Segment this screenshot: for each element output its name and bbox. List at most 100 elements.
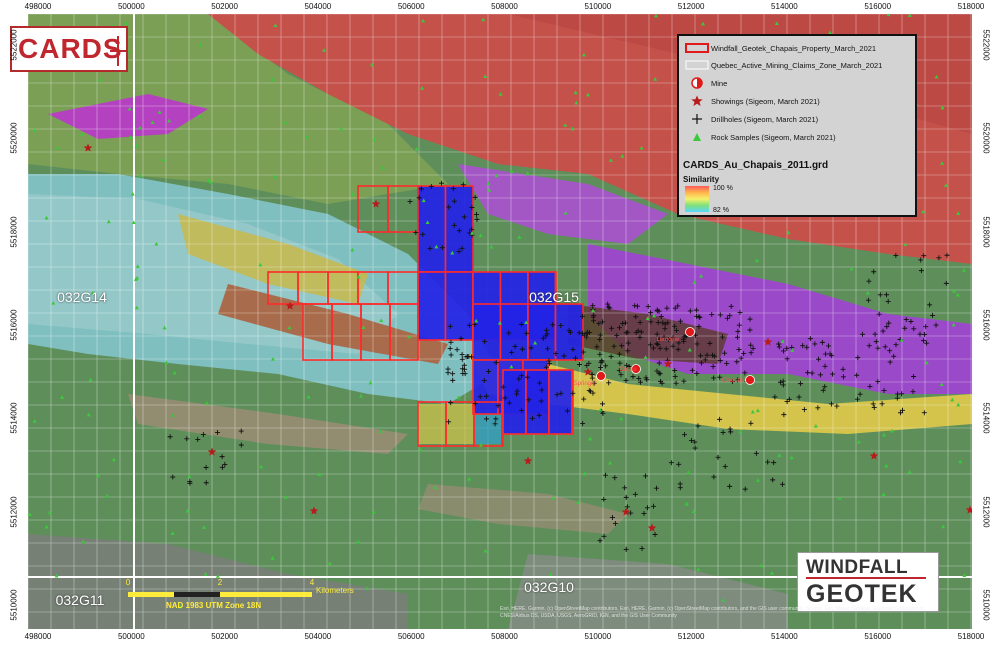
legend-label: Mine <box>711 78 728 88</box>
x-tick-label: 498000 <box>24 2 52 11</box>
x-tick-label: 504000 <box>304 2 332 11</box>
y-tick-label: 5518000 <box>9 216 19 248</box>
legend-label: Drillholes (Sigeom, March 2021) <box>711 114 819 124</box>
scale-tick-4: 4 <box>309 578 315 587</box>
legend-label: Rock Samples (Sigeom, March 2021) <box>711 132 836 142</box>
y-tick-label: 5520000 <box>9 122 19 154</box>
claim-cell[interactable] <box>472 303 502 361</box>
map-legend: Windfall_Geotek_Chapais_Property_March_2… <box>677 34 917 217</box>
claim-cell[interactable] <box>548 369 573 435</box>
y-tick-label: 5510000 <box>9 589 19 621</box>
claim-cell[interactable] <box>502 369 527 435</box>
y-tick-label: 5518000 <box>981 216 991 248</box>
legend-label: Quebec_Active_Mining_Claims_Zone_March_2… <box>711 60 883 70</box>
property-outline-icon <box>683 42 711 54</box>
sheet-label-032g10: 032G10 <box>524 579 574 595</box>
plus-icon <box>683 113 711 125</box>
scale-segment <box>174 592 220 597</box>
legend-label: Showings (Sigeom, March 2021) <box>711 96 820 106</box>
y-tick-label: 5512000 <box>9 495 19 528</box>
cards-logo-text: CARDS <box>18 33 123 64</box>
claim-cell[interactable] <box>501 401 504 447</box>
legend-item-mine: Mine <box>683 76 727 90</box>
scale-segment <box>128 592 174 597</box>
x-tick-label: 500000 <box>117 632 145 641</box>
x-tick-label: 502000 <box>211 632 238 641</box>
projection-label: NAD 1983 UTM Zone 18N <box>166 601 262 610</box>
x-tick-label: 502000 <box>211 2 238 11</box>
legend-item-showings: Showings (Sigeom, March 2021) <box>683 94 820 108</box>
y-tick-label: 5512000 <box>981 495 991 528</box>
x-tick-label: 514000 <box>771 2 798 11</box>
star-icon <box>683 95 711 107</box>
x-tick-label: 510000 <box>584 2 612 11</box>
legend-item-property: Windfall_Geotek_Chapais_Property_March_2… <box>683 41 876 55</box>
x-tick-label: 512000 <box>677 632 705 641</box>
windfall-logo-line2: GEOTEK <box>806 580 918 608</box>
legend-item-claims: Quebec_Active_Mining_Claims_Zone_March_2… <box>683 58 882 72</box>
similarity-max-label: 100 % <box>713 185 733 192</box>
town-label-lemoine: Lemoine <box>656 337 680 343</box>
similarity-min-label: 82 % <box>713 207 729 214</box>
x-tick-label: 500000 <box>117 2 145 11</box>
map-credits: Esri, HERE, Garmin, (c) OpenStreetMap co… <box>500 606 925 619</box>
claims-box-icon <box>683 59 711 71</box>
windfall-logo-line1: WINDFALL <box>806 557 909 578</box>
cards-logo: CARDS <box>10 26 128 72</box>
scale-segment <box>220 592 312 597</box>
claim-cell[interactable] <box>527 303 557 361</box>
x-tick-label: 504000 <box>304 632 332 641</box>
y-tick-label: 5514000 <box>981 402 991 434</box>
mine-marker[interactable] <box>745 375 755 385</box>
triangle-icon <box>683 131 711 143</box>
logo-divider <box>806 577 926 579</box>
similarity-patch <box>474 414 504 444</box>
x-tick-label: 516000 <box>864 632 892 641</box>
claim-cell[interactable] <box>525 369 550 435</box>
x-tick-label: 512000 <box>677 2 705 11</box>
sheet-label-032g11: 032G11 <box>55 592 105 608</box>
town-label-cooke: Cooke <box>619 367 637 373</box>
y-tick-label: 5522000 <box>9 29 19 61</box>
legend-similarity-title: Similarity <box>683 175 720 184</box>
scale-units: Kilometers <box>316 586 354 595</box>
claim-cell[interactable] <box>417 185 447 273</box>
claim-cell[interactable] <box>571 369 574 435</box>
legend-item-drillholes: Drillholes (Sigeom, March 2021) <box>683 112 818 126</box>
y-tick-label: 5522000 <box>981 29 991 61</box>
x-tick-label: 514000 <box>771 632 798 641</box>
town-label-chapais: Chapais <box>721 378 745 384</box>
legend-grid-title: CARDS_Au_Chapais_2011.grd <box>683 160 829 171</box>
x-tick-label: 516000 <box>864 2 892 11</box>
legend-item-rock-samples: Rock Samples (Sigeom, March 2021) <box>683 130 836 144</box>
x-tick-label: 510000 <box>584 632 612 641</box>
y-tick-label: 5520000 <box>981 122 991 154</box>
sheet-label-032g14: 032G14 <box>57 289 107 305</box>
x-tick-label: 506000 <box>397 2 425 11</box>
mine-marker[interactable] <box>596 371 606 381</box>
scale-tick-2: 2 <box>217 578 223 587</box>
y-tick-label: 5510000 <box>981 589 991 621</box>
similarity-color-ramp <box>685 186 709 212</box>
claim-cell[interactable] <box>499 303 529 361</box>
x-tick-label: 506000 <box>397 632 425 641</box>
x-tick-label: 518000 <box>957 2 985 11</box>
scale-tick-0: 0 <box>125 578 131 587</box>
claim-cell[interactable] <box>417 271 447 341</box>
windfall-geotek-logo: WINDFALL GEOTEK <box>797 552 939 612</box>
x-tick-label: 498000 <box>24 632 52 641</box>
crosshair-icon <box>110 36 126 66</box>
sheet-label-032g15: 032G15 <box>529 289 579 305</box>
mine-icon <box>683 77 711 89</box>
claim-cell[interactable] <box>444 271 474 341</box>
claim-cell[interactable] <box>472 359 499 415</box>
x-tick-label: 518000 <box>957 632 985 641</box>
y-tick-label: 5516000 <box>981 309 991 341</box>
legend-label: Windfall_Geotek_Chapais_Property_March_2… <box>711 43 877 53</box>
y-tick-label: 5514000 <box>9 402 19 434</box>
y-tick-label: 5516000 <box>9 309 19 341</box>
x-tick-label: 508000 <box>491 2 518 11</box>
x-tick-label: 508000 <box>491 632 518 641</box>
town-label-springer: Springer <box>573 381 597 387</box>
mine-marker[interactable] <box>685 327 695 337</box>
